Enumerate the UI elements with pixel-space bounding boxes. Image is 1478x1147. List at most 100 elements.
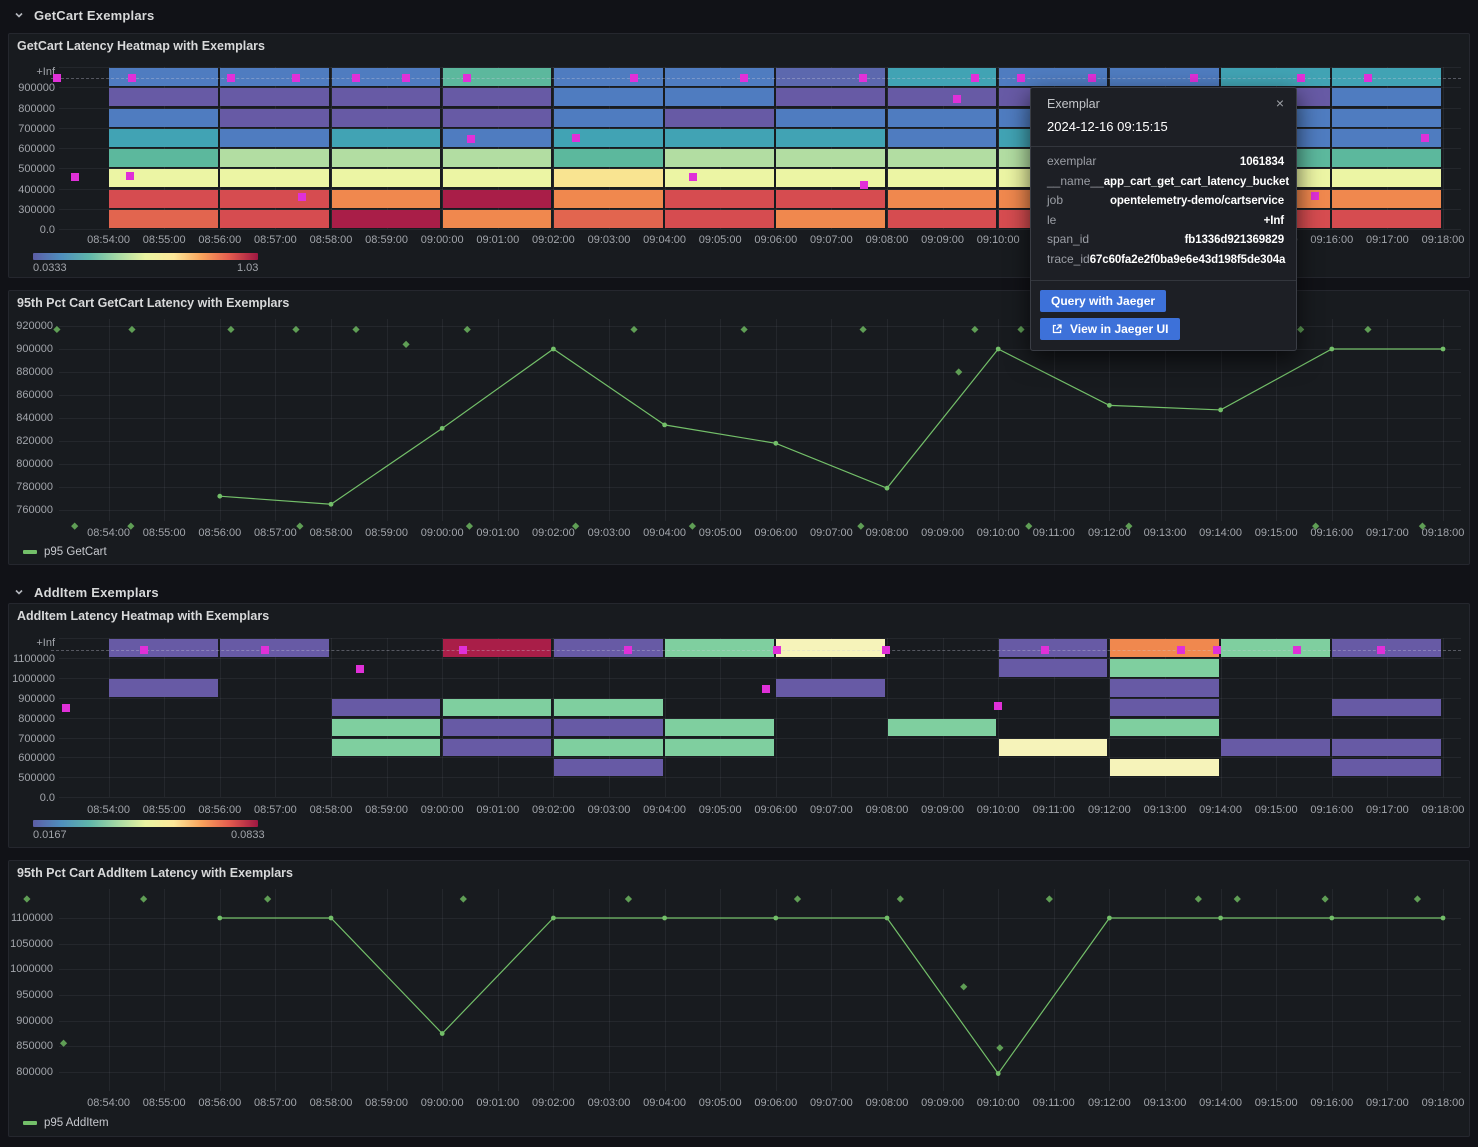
exemplar-marker[interactable] xyxy=(227,74,235,82)
data-point[interactable] xyxy=(662,916,667,921)
exemplar-marker[interactable] xyxy=(572,134,580,142)
exemplar-diamond-marker[interactable] xyxy=(53,326,60,333)
exemplar-diamond-marker[interactable] xyxy=(140,895,147,902)
exemplar-diamond-marker[interactable] xyxy=(264,895,271,902)
exemplar-marker[interactable] xyxy=(740,74,748,82)
exemplar-marker[interactable] xyxy=(1041,646,1049,654)
exemplar-diamond-marker[interactable] xyxy=(402,341,409,348)
exemplar-diamond-marker[interactable] xyxy=(1419,523,1426,530)
data-point[interactable] xyxy=(1329,916,1334,921)
exemplar-diamond-marker[interactable] xyxy=(1025,523,1032,530)
exemplar-marker[interactable] xyxy=(882,646,890,654)
data-point[interactable] xyxy=(1107,916,1112,921)
exemplar-diamond-marker[interactable] xyxy=(1414,895,1421,902)
view-in-jaeger-ui-button[interactable]: View in Jaeger UI xyxy=(1040,318,1180,340)
exemplar-diamond-marker[interactable] xyxy=(127,523,134,530)
data-point[interactable] xyxy=(1107,403,1112,408)
panel-title[interactable]: 95th Pct Cart GetCart Latency with Exemp… xyxy=(17,296,289,310)
exemplar-marker[interactable] xyxy=(953,95,961,103)
data-point[interactable] xyxy=(329,916,334,921)
panel-title[interactable]: AddItem Latency Heatmap with Exemplars xyxy=(17,609,269,623)
data-point[interactable] xyxy=(551,916,556,921)
exemplar-marker[interactable] xyxy=(53,74,61,82)
exemplar-marker[interactable] xyxy=(463,74,471,82)
exemplar-diamond-marker[interactable] xyxy=(60,1040,67,1047)
section-header-additem[interactable]: AddItem Exemplars xyxy=(0,578,1478,606)
exemplar-marker[interactable] xyxy=(1293,646,1301,654)
exemplar-diamond-marker[interactable] xyxy=(630,326,637,333)
exemplar-diamond-marker[interactable] xyxy=(71,523,78,530)
exemplar-marker[interactable] xyxy=(859,74,867,82)
exemplar-marker[interactable] xyxy=(140,646,148,654)
exemplar-marker[interactable] xyxy=(292,74,300,82)
exemplar-marker[interactable] xyxy=(126,172,134,180)
exemplar-diamond-marker[interactable] xyxy=(955,368,962,375)
panel-title[interactable]: GetCart Latency Heatmap with Exemplars xyxy=(17,39,265,53)
exemplar-diamond-marker[interactable] xyxy=(1322,895,1329,902)
exemplar-diamond-marker[interactable] xyxy=(23,895,30,902)
exemplar-marker[interactable] xyxy=(1311,192,1319,200)
data-point[interactable] xyxy=(1441,347,1446,352)
panel-title[interactable]: 95th Pct Cart AddItem Latency with Exemp… xyxy=(17,866,293,880)
exemplar-diamond-marker[interactable] xyxy=(996,1044,1003,1051)
exemplar-marker[interactable] xyxy=(128,74,136,82)
section-header-getcart[interactable]: GetCart Exemplars xyxy=(0,1,1478,29)
exemplar-marker[interactable] xyxy=(1213,646,1221,654)
data-point[interactable] xyxy=(996,1071,1001,1076)
data-point[interactable] xyxy=(773,441,778,446)
exemplar-diamond-marker[interactable] xyxy=(1017,326,1024,333)
exemplar-diamond-marker[interactable] xyxy=(296,523,303,530)
exemplar-diamond-marker[interactable] xyxy=(1046,895,1053,902)
exemplar-marker[interactable] xyxy=(773,646,781,654)
exemplar-marker[interactable] xyxy=(1088,74,1096,82)
exemplar-marker[interactable] xyxy=(1190,74,1198,82)
exemplar-marker[interactable] xyxy=(71,173,79,181)
exemplar-marker[interactable] xyxy=(1421,134,1429,142)
data-point[interactable] xyxy=(1441,916,1446,921)
data-point[interactable] xyxy=(551,347,556,352)
exemplar-diamond-marker[interactable] xyxy=(227,326,234,333)
exemplar-marker[interactable] xyxy=(459,646,467,654)
exemplar-marker[interactable] xyxy=(1017,74,1025,82)
exemplar-diamond-marker[interactable] xyxy=(460,895,467,902)
exemplar-marker[interactable] xyxy=(261,646,269,654)
data-point[interactable] xyxy=(440,1031,445,1036)
close-icon[interactable]: × xyxy=(1276,97,1284,109)
exemplar-marker[interactable] xyxy=(1377,646,1385,654)
exemplar-marker[interactable] xyxy=(624,646,632,654)
exemplar-diamond-marker[interactable] xyxy=(1364,326,1371,333)
data-point[interactable] xyxy=(1218,408,1223,413)
exemplar-marker[interactable] xyxy=(1364,74,1372,82)
timeseries-plot[interactable] xyxy=(9,861,1469,1136)
query-with-jaeger-button[interactable]: Query with Jaeger xyxy=(1040,290,1166,312)
exemplar-diamond-marker[interactable] xyxy=(625,895,632,902)
exemplar-diamond-marker[interactable] xyxy=(897,895,904,902)
exemplar-diamond-marker[interactable] xyxy=(1312,523,1319,530)
data-point[interactable] xyxy=(329,502,334,507)
exemplar-diamond-marker[interactable] xyxy=(572,523,579,530)
data-point[interactable] xyxy=(662,423,667,428)
exemplar-marker[interactable] xyxy=(298,193,306,201)
data-point[interactable] xyxy=(996,347,1001,352)
exemplar-diamond-marker[interactable] xyxy=(857,523,864,530)
exemplar-marker[interactable] xyxy=(467,135,475,143)
data-point[interactable] xyxy=(217,494,222,499)
exemplar-diamond-marker[interactable] xyxy=(1234,895,1241,902)
exemplar-marker[interactable] xyxy=(689,173,697,181)
exemplar-diamond-marker[interactable] xyxy=(859,326,866,333)
exemplar-diamond-marker[interactable] xyxy=(352,326,359,333)
exemplar-diamond-marker[interactable] xyxy=(1125,523,1132,530)
exemplar-diamond-marker[interactable] xyxy=(971,326,978,333)
exemplar-marker[interactable] xyxy=(402,74,410,82)
exemplar-diamond-marker[interactable] xyxy=(464,326,471,333)
exemplar-diamond-marker[interactable] xyxy=(689,523,696,530)
exemplar-marker[interactable] xyxy=(762,685,770,693)
exemplar-diamond-marker[interactable] xyxy=(794,895,801,902)
exemplar-diamond-marker[interactable] xyxy=(1195,895,1202,902)
exemplar-diamond-marker[interactable] xyxy=(466,523,473,530)
exemplar-marker[interactable] xyxy=(971,74,979,82)
data-point[interactable] xyxy=(1329,347,1334,352)
exemplar-marker[interactable] xyxy=(1177,646,1185,654)
exemplar-marker[interactable] xyxy=(62,704,70,712)
data-point[interactable] xyxy=(885,916,890,921)
